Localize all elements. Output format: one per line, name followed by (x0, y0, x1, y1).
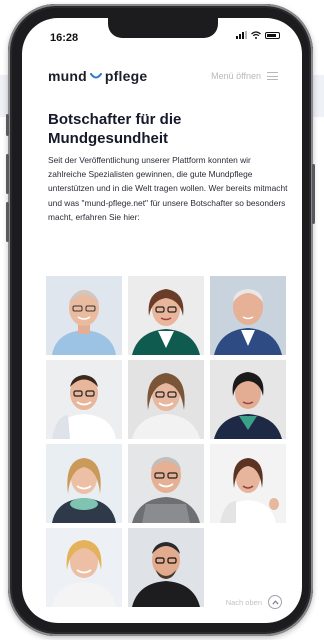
hamburger-menu-icon (267, 72, 278, 80)
logo-text-left: mund (48, 68, 87, 84)
site-logo[interactable]: mund pflege (48, 68, 147, 84)
chevron-up-icon (268, 595, 282, 609)
scroll-to-top-label: Nach oben (225, 597, 262, 607)
portrait-photo (46, 360, 122, 439)
logo-text-right: pflege (104, 68, 148, 84)
portrait-photo (128, 444, 204, 523)
ambassador-portrait[interactable] (128, 528, 204, 607)
wifi-icon (251, 31, 261, 39)
ambassador-portrait[interactable] (46, 528, 122, 607)
ambassador-portrait[interactable] (46, 276, 122, 355)
ambassador-portrait[interactable] (46, 444, 122, 523)
status-time: 16:28 (50, 32, 79, 44)
ambassador-portrait[interactable] (210, 276, 286, 355)
ambassador-portrait[interactable] (128, 360, 204, 439)
ambassador-portrait[interactable] (46, 360, 122, 439)
ambassador-grid (46, 276, 286, 607)
signal-icon (236, 31, 247, 39)
intro-text: Seit der Veröffentlichung unserer Plattf… (48, 155, 288, 222)
menu-open-label: Menü öffnen (211, 71, 261, 81)
menu-open-button[interactable]: Menü öffnen (211, 71, 278, 81)
portrait-photo (210, 276, 286, 355)
scroll-to-top-button[interactable]: Nach oben (226, 595, 282, 609)
phone-side-button (312, 164, 315, 224)
ambassador-portrait[interactable] (210, 444, 286, 523)
portrait-photo (128, 360, 204, 439)
phone-side-button (6, 202, 9, 242)
portrait-photo (46, 444, 122, 523)
battery-icon (265, 32, 280, 39)
portrait-photo (210, 444, 286, 523)
status-icons (236, 31, 280, 39)
ambassador-portrait[interactable] (128, 444, 204, 523)
portrait-photo (46, 276, 122, 355)
phone-side-button (6, 114, 9, 136)
portrait-photo (128, 528, 204, 607)
portrait-photo (128, 276, 204, 355)
phone-side-button (6, 154, 9, 194)
page-title: Botschafter für die Mundgesundheit (48, 111, 182, 147)
phone-screen: 16:28 mund pflege Menü öffnen Botschafte… (22, 18, 302, 623)
phone-notch (108, 18, 218, 38)
logo-smile-icon (89, 72, 102, 78)
site-header: mund pflege Menü öffnen (48, 66, 278, 86)
ambassador-portrait[interactable] (128, 276, 204, 355)
ambassador-portrait[interactable] (210, 360, 286, 439)
portrait-photo (210, 360, 286, 439)
portrait-photo (46, 528, 122, 607)
